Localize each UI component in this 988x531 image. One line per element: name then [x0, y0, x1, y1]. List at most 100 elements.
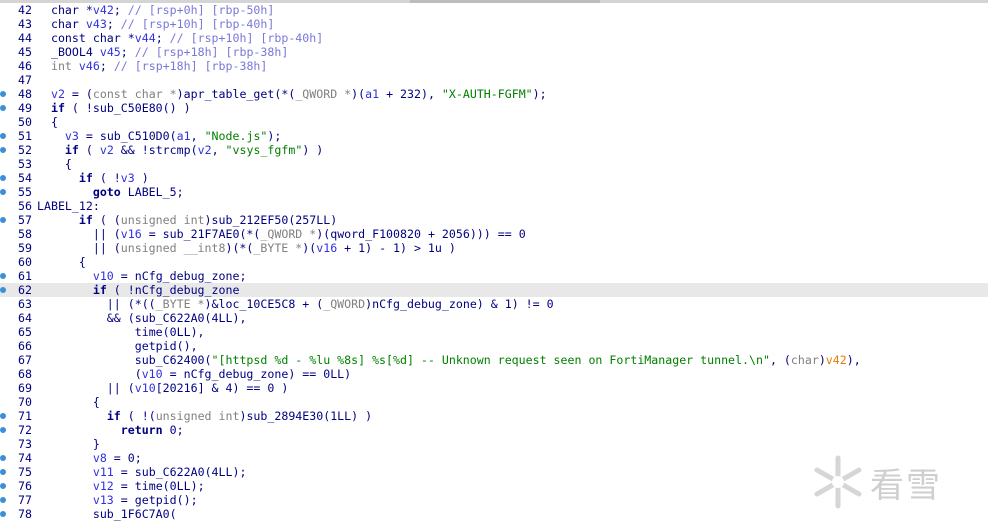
code-line[interactable]: 71 if ( !(unsigned int)sub_2894E30(1LL) … [0, 409, 988, 423]
line-number: 62 [18, 283, 32, 297]
code-text: { [37, 255, 86, 269]
line-number: 59 [18, 241, 32, 255]
line-number: 55 [18, 185, 32, 199]
code-text: goto LABEL_5; [92, 185, 184, 199]
code-line[interactable]: 68 (v10 = nCfg_debug_zone) == 0LL) [0, 367, 988, 381]
line-number: 68 [18, 367, 32, 381]
code-line[interactable]: 65 time(0LL), [0, 325, 988, 339]
code-line[interactable]: 42 char *v42; // [rsp+0h] [rbp-50h] [0, 3, 988, 17]
line-number: 74 [18, 451, 32, 465]
code-line[interactable]: 66 getpid(), [0, 339, 988, 353]
code-text: { [37, 157, 72, 171]
pseudocode-view[interactable]: 42 char *v42; // [rsp+0h] [rbp-50h] 43 ch… [0, 3, 988, 521]
code-line[interactable]: 61 v10 = nCfg_debug_zone; [0, 269, 988, 283]
code-line[interactable]: 64 && (sub_C622A0(4LL), [0, 311, 988, 325]
code-line[interactable]: 59 || (unsigned __int8)(*(_BYTE *)(v16 +… [0, 241, 988, 255]
line-number: 69 [18, 381, 32, 395]
code-line[interactable]: 53 { [0, 157, 988, 171]
code-line[interactable]: 48 v2 = (const char *)apr_table_get(*(_Q… [0, 87, 988, 101]
code-line[interactable]: 51 v3 = sub_C510D0(a1, "Node.js"); [0, 129, 988, 143]
code-text: sub_C62400("[httpsd %d - %lu %8s] %s[%d]… [134, 353, 861, 367]
code-text: return 0; [120, 423, 184, 437]
code-line[interactable]: 72 return 0; [0, 423, 988, 437]
line-number: 75 [18, 465, 32, 479]
line-number: 53 [18, 157, 32, 171]
code-line[interactable]: 49 if ( !sub_C50E80() ) [0, 101, 988, 115]
code-line[interactable]: 47 [0, 73, 988, 87]
code-line[interactable]: 58 || (v16 = sub_21F7AE0(*(_QWORD *)(qwo… [0, 227, 988, 241]
line-number: 51 [18, 129, 32, 143]
line-number: 56 [18, 199, 32, 213]
code-line[interactable]: 69 || (v10[20216] & 4) == 0 ) [0, 381, 988, 395]
code-text: if ( v2 && !strcmp(v2, "vsys_fgfm") ) [64, 143, 324, 157]
line-number: 48 [18, 87, 32, 101]
watermark: 看雪 [810, 448, 980, 518]
code-text: || (*((_BYTE *)&loc_10CE5C8 + (_QWORD)nC… [37, 297, 554, 311]
line-number: 72 [18, 423, 32, 437]
line-number: 61 [18, 269, 32, 283]
code-text: int v46; // [rsp+18h] [rbp-38h] [50, 59, 268, 73]
line-number: 50 [18, 115, 32, 129]
line-number: 67 [18, 353, 32, 367]
code-line[interactable]: 70 { [0, 395, 988, 409]
code-text: v11 = sub_C622A0(4LL); [92, 465, 247, 479]
code-line[interactable]: 62 if ( !nCfg_debug_zone [0, 283, 988, 297]
code-text: char v43; // [rsp+10h] [rbp-40h] [50, 17, 275, 31]
code-text: || (unsigned __int8)(*(_BYTE *)(v16 + 1)… [37, 241, 456, 255]
code-text: sub_1F6C7A0( [92, 507, 177, 521]
watermark-text: 看雪 [870, 466, 942, 506]
code-text: v12 = time(0LL); [92, 479, 205, 493]
code-text: v2 = (const char *)apr_table_get(*(_QWOR… [50, 87, 547, 101]
line-number: 44 [18, 31, 32, 45]
code-text: { [37, 115, 58, 129]
code-line[interactable]: 60 { [0, 255, 988, 269]
line-number: 46 [18, 59, 32, 73]
code-text: if ( !(unsigned int)sub_2894E30(1LL) ) [106, 409, 373, 423]
code-line[interactable]: 67 sub_C62400("[httpsd %d - %lu %8s] %s[… [0, 353, 988, 367]
line-number: 66 [18, 339, 32, 353]
code-line[interactable]: 56 LABEL_12: [0, 199, 988, 213]
code-text: (v10 = nCfg_debug_zone) == 0LL) [37, 367, 352, 381]
code-line[interactable]: 44 const char *v44; // [rsp+10h] [rbp-40… [0, 31, 988, 45]
line-number: 63 [18, 297, 32, 311]
code-line[interactable]: 63 || (*((_BYTE *)&loc_10CE5C8 + (_QWORD… [0, 297, 988, 311]
code-text: v10 = nCfg_debug_zone; [92, 269, 247, 283]
line-number: 64 [18, 311, 32, 325]
code-text: v8 = 0; [92, 451, 142, 465]
code-text: v3 = sub_C510D0(a1, "Node.js"); [64, 129, 282, 143]
code-text: if ( !sub_C50E80() ) [50, 101, 191, 115]
line-number: 42 [18, 3, 32, 17]
line-number: 57 [18, 213, 32, 227]
code-line[interactable]: 50 { [0, 115, 988, 129]
line-number: 78 [18, 507, 32, 521]
code-line[interactable]: 43 char v43; // [rsp+10h] [rbp-40h] [0, 17, 988, 31]
code-line[interactable]: 52 if ( v2 && !strcmp(v2, "vsys_fgfm") ) [0, 143, 988, 157]
line-number: 58 [18, 227, 32, 241]
code-text: if ( (unsigned int)sub_212EF50(257LL) [78, 213, 338, 227]
line-number: 70 [18, 395, 32, 409]
code-text: v13 = getpid(); [92, 493, 198, 507]
code-text: || (v16 = sub_21F7AE0(*(_QWORD *)(qword_… [37, 227, 526, 241]
code-text: if ( !nCfg_debug_zone [92, 283, 240, 297]
line-number: 47 [18, 73, 32, 87]
code-text: const char *v44; // [rsp+10h] [rbp-40h] [50, 31, 324, 45]
code-text: { [37, 395, 100, 409]
line-number: 76 [18, 479, 32, 493]
line-number: 49 [18, 101, 32, 115]
line-number: 52 [18, 143, 32, 157]
code-text: } [37, 437, 100, 451]
code-text: _BOOL4 v45; // [rsp+18h] [rbp-38h] [50, 45, 289, 59]
code-text: time(0LL), [134, 325, 205, 339]
code-line[interactable]: 46 int v46; // [rsp+18h] [rbp-38h] [0, 59, 988, 73]
code-line[interactable]: 57 if ( (unsigned int)sub_212EF50(257LL) [0, 213, 988, 227]
code-line[interactable]: 54 if ( !v3 ) [0, 171, 988, 185]
line-number: 73 [18, 437, 32, 451]
line-number: 45 [18, 45, 32, 59]
code-line[interactable]: 45 _BOOL4 v45; // [rsp+18h] [rbp-38h] [0, 45, 988, 59]
line-number: 43 [18, 17, 32, 31]
code-text: || (v10[20216] & 4) == 0 ) [37, 381, 289, 395]
line-number: 65 [18, 325, 32, 339]
code-text: LABEL_12: [37, 199, 100, 213]
snowflake-logo-icon [814, 455, 862, 509]
code-line[interactable]: 55 goto LABEL_5; [0, 185, 988, 199]
